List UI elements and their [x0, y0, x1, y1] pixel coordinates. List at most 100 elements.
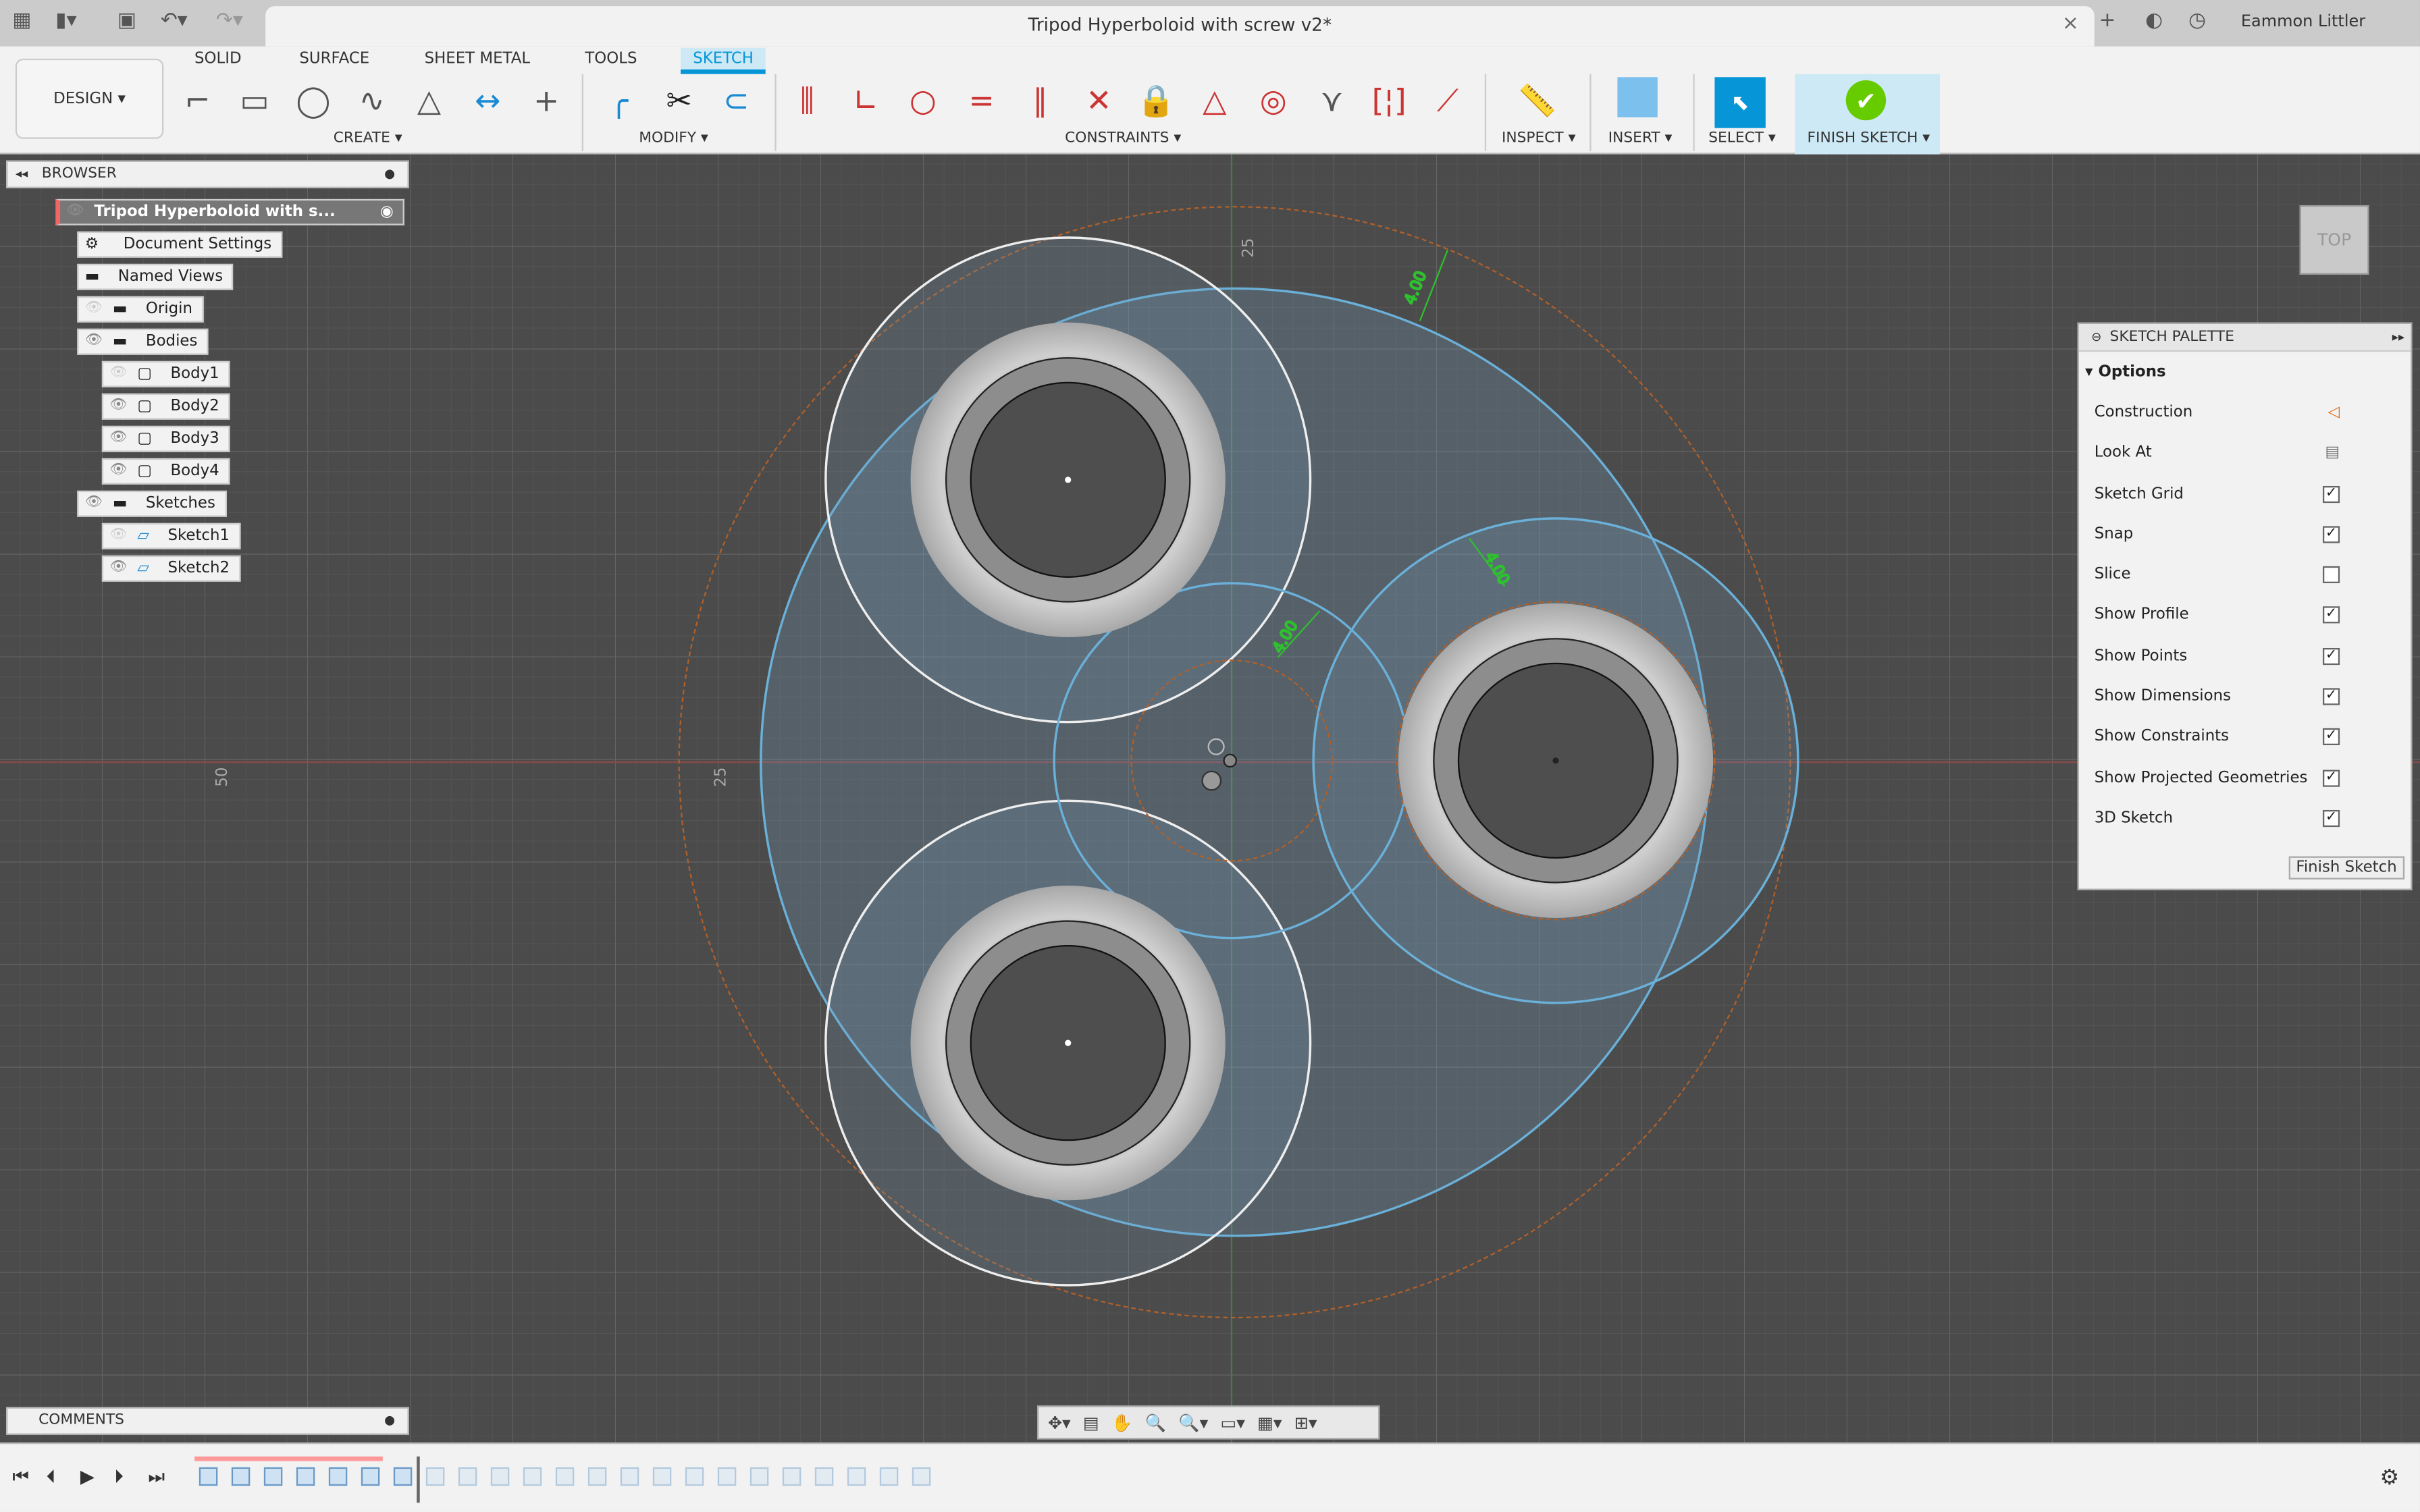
eye-icon[interactable]: 👁: [66, 200, 84, 223]
line-icon[interactable]: ⌐: [174, 77, 221, 124]
file-icon[interactable]: ▮▾: [55, 9, 76, 32]
timeline-feature[interactable]: [425, 1467, 445, 1486]
parallel-icon[interactable]: ∥: [1017, 77, 1063, 124]
timeline-feature[interactable]: [814, 1467, 834, 1486]
checkbox[interactable]: ✓: [2322, 769, 2340, 786]
user-name[interactable]: Eammon Littler: [2241, 12, 2365, 30]
tab-solid[interactable]: SOLID: [182, 48, 254, 73]
timeline-feature[interactable]: [458, 1467, 477, 1486]
insert-image-icon[interactable]: [1617, 77, 1658, 117]
look-at-icon[interactable]: ▤: [2325, 445, 2340, 462]
workspace-switcher[interactable]: DESIGN ▾: [15, 58, 164, 139]
checkbox[interactable]: ✓: [2322, 485, 2340, 503]
timeline-feature[interactable]: [587, 1467, 607, 1486]
tab-surface[interactable]: SURFACE: [287, 48, 382, 73]
viewcube[interactable]: TOP: [2299, 205, 2369, 275]
pin-icon[interactable]: ●: [384, 162, 395, 187]
apps-grid-icon[interactable]: ▦: [12, 9, 31, 32]
activate-radio-icon[interactable]: ◉: [380, 200, 394, 223]
browser-item-named-views[interactable]: ▬ Named Views: [77, 263, 234, 290]
viewports-icon[interactable]: ⊞▾: [1294, 1413, 1317, 1433]
select-menu[interactable]: SELECT ▾: [1708, 130, 1776, 146]
palette-option-look-at[interactable]: Look At ▤: [2079, 433, 2411, 473]
timeline-feature[interactable]: [296, 1467, 315, 1486]
settings-gear-icon[interactable]: ⚙: [2380, 1465, 2400, 1490]
palette-option-construction[interactable]: Construction ◁: [2079, 392, 2411, 433]
add-comment-icon[interactable]: ●: [384, 1409, 395, 1434]
browser-item-bodies[interactable]: 👁 ▬ Bodies: [77, 328, 209, 355]
grid-settings-icon[interactable]: ▦▾: [1257, 1413, 1282, 1433]
select-icon[interactable]: ⬉: [1714, 77, 1766, 128]
timeline-feature[interactable]: [263, 1467, 283, 1486]
close-tab-icon[interactable]: ×: [2062, 12, 2079, 35]
checkbox[interactable]: ✓: [2322, 607, 2340, 624]
tab-sheet-metal[interactable]: SHEET METAL: [412, 48, 542, 73]
tab-sketch[interactable]: SKETCH: [680, 47, 766, 74]
midpoint-icon[interactable]: △: [1192, 77, 1238, 124]
collapse-icon[interactable]: ⊖: [2091, 324, 2101, 352]
redo-icon[interactable]: ↷▾: [216, 9, 243, 32]
palette-option-snap[interactable]: Snap ✓: [2079, 514, 2411, 555]
browser-item-body4[interactable]: 👁 ▢ Body4: [101, 458, 230, 485]
browser-item-body1[interactable]: 👁 ▢ Body1: [101, 360, 230, 387]
construction-icon[interactable]: ◁: [2328, 404, 2340, 421]
previous-step-icon[interactable]: ⏴: [47, 1465, 56, 1488]
timeline-feature[interactable]: [782, 1467, 801, 1486]
palette-header[interactable]: ⊖ SKETCH PALETTE ▸▸: [2078, 323, 2411, 352]
dimension-icon[interactable]: ↔: [465, 77, 511, 124]
timeline-feature[interactable]: [620, 1467, 639, 1486]
timeline-feature[interactable]: [555, 1467, 575, 1486]
browser-item-sketch1[interactable]: 👁 ▱ Sketch1: [101, 522, 241, 549]
timeline-feature[interactable]: [652, 1467, 672, 1486]
timeline-feature[interactable]: [231, 1467, 251, 1486]
browser-item-origin[interactable]: 👁 ▬ Origin: [77, 296, 203, 323]
timeline-feature[interactable]: [847, 1467, 866, 1486]
palette-finish-sketch-button[interactable]: Finish Sketch: [2288, 856, 2405, 880]
timeline-feature[interactable]: [199, 1467, 218, 1486]
palette-option-3d-sketch[interactable]: 3D Sketch ✓: [2079, 798, 2411, 838]
comments-header[interactable]: COMMENTS ●: [6, 1407, 409, 1435]
first-step-icon[interactable]: ⏮: [12, 1465, 29, 1488]
timeline-feature[interactable]: [717, 1467, 737, 1486]
curvature-icon[interactable]: ⟋: [1425, 77, 1471, 124]
browser-item-sketches[interactable]: 👁 ▬ Sketches: [77, 490, 226, 517]
palette-option-show-points[interactable]: Show Points ✓: [2079, 636, 2411, 676]
palette-option-sketch-grid[interactable]: Sketch Grid ✓: [2079, 473, 2411, 514]
coincident-icon[interactable]: ⋎: [1309, 77, 1355, 124]
eye-hidden-icon[interactable]: 👁: [109, 524, 128, 547]
palette-option-show-constraints[interactable]: Show Constraints ✓: [2079, 717, 2411, 757]
last-step-icon[interactable]: ⏭: [148, 1465, 165, 1488]
create-menu[interactable]: CREATE ▾: [334, 130, 402, 146]
trim-scissors-icon[interactable]: ✂: [656, 77, 702, 124]
constraints-menu[interactable]: CONSTRAINTS ▾: [1065, 130, 1181, 146]
timeline-feature[interactable]: [490, 1467, 510, 1486]
eye-icon[interactable]: 👁: [85, 330, 103, 353]
collapse-icon[interactable]: ◂◂: [16, 162, 28, 187]
eye-icon[interactable]: 👁: [85, 492, 103, 515]
modify-menu[interactable]: MODIFY ▾: [639, 130, 708, 146]
browser-item-body2[interactable]: 👁 ▢ Body2: [101, 393, 230, 420]
expand-icon[interactable]: ▸▸: [2392, 324, 2404, 352]
checkbox[interactable]: ✓: [2322, 526, 2340, 543]
fillet-icon[interactable]: ╭: [596, 77, 642, 124]
checkbox[interactable]: ✓: [2322, 728, 2340, 746]
perpendicular-icon[interactable]: ∟: [843, 77, 889, 124]
timeline-marker[interactable]: [417, 1456, 420, 1503]
symmetry-icon[interactable]: [¦]: [1366, 77, 1413, 124]
play-icon[interactable]: ▶: [80, 1465, 95, 1487]
undo-icon[interactable]: ↶▾: [161, 9, 188, 32]
finish-sketch-menu[interactable]: FINISH SKETCH ▾: [1808, 130, 1930, 146]
clock-icon[interactable]: ◷: [2188, 9, 2206, 32]
measure-ruler-icon[interactable]: 📏: [1514, 77, 1560, 124]
browser-item-document-settings[interactable]: ⚙ Document Settings: [77, 231, 283, 258]
insert-menu[interactable]: INSERT ▾: [1608, 130, 1673, 146]
offset-icon[interactable]: ⊂: [713, 77, 760, 124]
triangle-icon[interactable]: △: [406, 77, 452, 124]
timeline-feature[interactable]: [879, 1467, 899, 1486]
zoom-icon[interactable]: 🔍: [1145, 1413, 1166, 1433]
checkbox[interactable]: [2322, 566, 2340, 584]
spline-icon[interactable]: ∿: [349, 77, 396, 124]
tangent-icon[interactable]: ○: [900, 77, 947, 124]
timeline-feature[interactable]: [912, 1467, 931, 1486]
pan-hand-icon[interactable]: ✋: [1111, 1413, 1132, 1433]
